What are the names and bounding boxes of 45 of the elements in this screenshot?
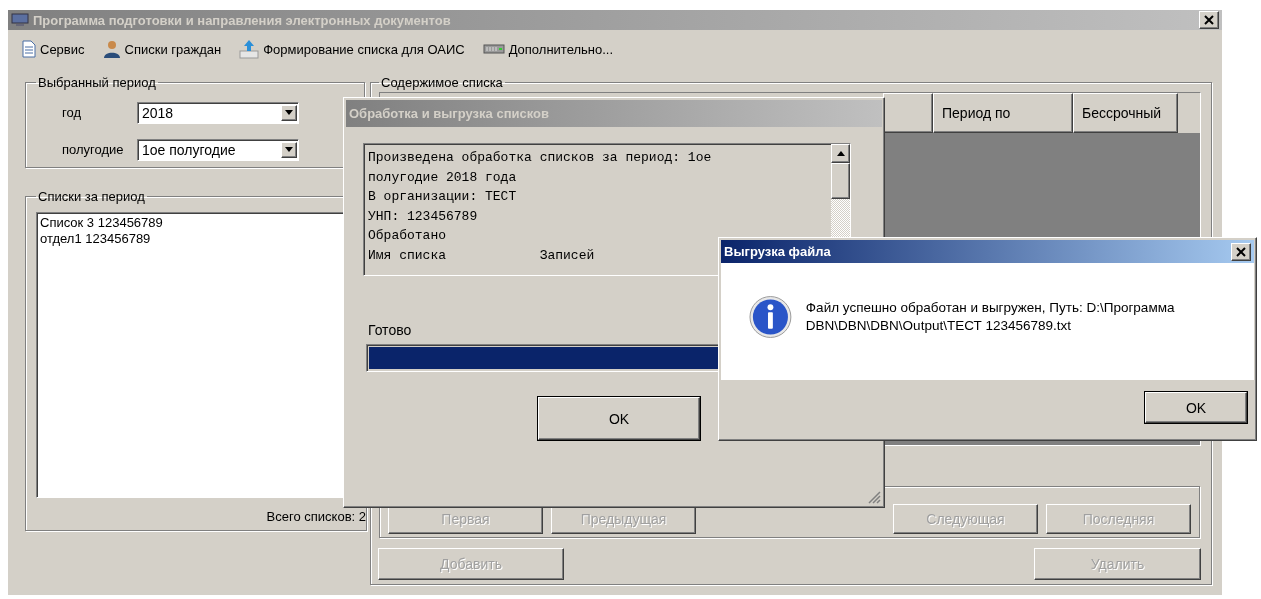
column-header: Бессрочный [1073,93,1178,133]
close-button[interactable] [1199,11,1219,29]
group-title: Содержимое списка [380,75,504,90]
info-icon [749,295,792,339]
dropdown-arrow-icon [285,110,293,115]
up-arrow-icon [836,151,845,156]
dropdown[interactable]: 2018 [137,101,299,124]
log-line: Произведена обработка списков за период: 1ое [368,149,712,167]
total-label: Всего списков: 2 [266,509,366,524]
field-label: полугодие [61,142,125,157]
ok-button[interactable]: OK [1145,392,1247,423]
window-title: Программа подготовки и направления электронных документов [33,12,452,28]
menu-item[interactable]: Списки граждан [102,40,222,58]
menu-item[interactable]: Дополнительно... [482,41,614,57]
group-title: Списки за период [37,189,146,204]
dropdown[interactable]: 1ое полугодие [137,138,299,161]
dropdown-button[interactable] [281,141,297,158]
person-icon [102,40,121,58]
monitor-icon [11,13,29,27]
drive-icon [482,43,505,55]
message-text: Файл успешно обработан и выгружен, Путь: D:\Программа DBN\DBN\DBN\Output\ТЕСТ 123456789.txt [805,299,1176,335]
scroll-thumb[interactable] [831,163,850,199]
menu-item[interactable]: Формирование списка для ОАИС [239,39,465,59]
dropdown-button[interactable] [281,104,297,121]
log-line: УНП: 123456789 [368,207,478,226]
scroll-up-button[interactable] [831,144,850,163]
log-line: В организации: ТЕСТ [368,188,517,206]
resize-grip-icon[interactable] [867,490,881,504]
group-title: Выбранный период [37,75,157,90]
field-label: год [61,105,82,120]
document-icon [22,40,36,58]
dialog-title: Обработка и выгрузка списков [349,106,550,121]
log-line: Имя списка Записей [368,246,595,265]
upload-icon [239,39,260,59]
status-label: Готово [368,322,412,338]
log-line: полугодие 2018 года [368,168,517,187]
close-icon [1204,15,1214,25]
menu-item[interactable]: Сервис [22,40,85,58]
dialog-title: Выгрузка файла [724,244,832,259]
close-button[interactable] [1231,242,1251,261]
log-line: Обработано [368,227,446,245]
close-icon [1236,246,1246,257]
ok-button[interactable]: OK [538,397,700,440]
dropdown-arrow-icon [285,147,293,152]
column-header: Период по [933,93,1073,133]
